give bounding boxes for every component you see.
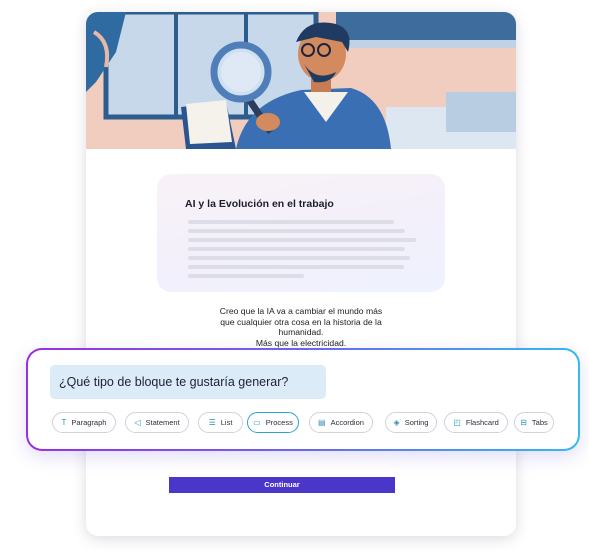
block-type-prompt: ¿Qué tipo de bloque te gustaría generar?… [26, 348, 580, 451]
chip-label: List [220, 418, 233, 427]
hero-image [86, 12, 516, 149]
placeholder-line [188, 220, 394, 224]
chip-list[interactable]: ☰ List [198, 412, 243, 433]
quote-line: humanidad. [278, 327, 324, 337]
continue-button[interactable]: Continuar [169, 477, 395, 493]
process-icon: ▭ [253, 417, 261, 427]
hero-illustration [86, 12, 516, 149]
chip-process[interactable]: ▭ Process [247, 412, 299, 433]
chip-label: Statement [145, 418, 180, 427]
quote-text: Creo que la IA va a cambiar el mundo más… [86, 306, 516, 348]
chip-label: Process [265, 418, 293, 427]
list-icon: ☰ [208, 417, 216, 427]
flashcard-icon: ◰ [453, 417, 461, 427]
chip-paragraph[interactable]: T Paragraph [52, 412, 116, 433]
quote-line: que cualquier otra cosa en la historia d… [220, 316, 382, 327]
quote-line: Creo que la IA va a cambiar el mundo más [219, 306, 383, 316]
tabs-icon: ⊟ [520, 417, 527, 427]
block-preview-card: AI y la Evolución en el trabajo [157, 174, 445, 292]
prompt-question: ¿Qué tipo de bloque te gustaría generar? [50, 365, 326, 399]
chip-label: Sorting [404, 418, 429, 427]
text-icon: T [61, 417, 67, 427]
chip-accordion[interactable]: ▤ Accordion [309, 412, 373, 433]
chip-label: Tabs [531, 418, 548, 427]
placeholder-line [188, 247, 405, 251]
quote-line: Más que la electricidad. [255, 337, 347, 348]
megaphone-icon: ◁ [134, 417, 141, 427]
chip-label: Flashcard [465, 418, 499, 427]
layers-icon: ◈ [393, 417, 400, 427]
placeholder-line [188, 274, 304, 278]
accordion-icon: ▤ [318, 417, 326, 427]
placeholder-line [188, 238, 416, 242]
chip-tabs[interactable]: ⊟ Tabs [514, 412, 554, 433]
placeholder-line [188, 229, 405, 233]
chip-label: Paragraph [71, 418, 107, 427]
placeholder-line [188, 265, 404, 269]
preview-title: AI y la Evolución en el trabajo [185, 198, 334, 210]
lesson-card: AI y la Evolución en el trabajo Creo que… [86, 12, 516, 536]
chip-statement[interactable]: ◁ Statement [125, 412, 189, 433]
chip-sorting[interactable]: ◈ Sorting [385, 412, 437, 433]
placeholder-line [188, 256, 410, 260]
chip-label: Accordion [330, 418, 364, 427]
chip-flashcard[interactable]: ◰ Flashcard [444, 412, 508, 433]
prompt-panel: ¿Qué tipo de bloque te gustaría generar?… [28, 350, 578, 449]
